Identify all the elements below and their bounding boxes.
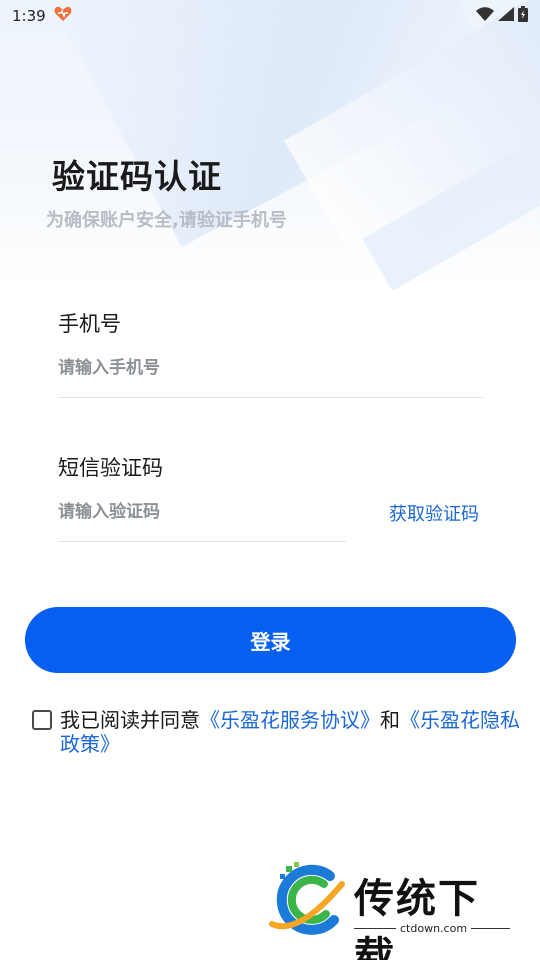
agreement-prefix: 我已阅读并同意	[60, 708, 200, 732]
watermark: 传统下载 ctdown.com	[268, 862, 518, 960]
wifi-icon	[476, 7, 494, 25]
notification-heart-icon	[54, 6, 72, 26]
service-agreement-link[interactable]: 《乐盈花服务协议》	[200, 708, 380, 732]
sms-code-label: 短信验证码	[58, 456, 163, 480]
phone-label: 手机号	[58, 312, 121, 336]
watermark-logo-icon	[268, 862, 348, 942]
header-background	[0, 0, 540, 290]
agreement-and: 和	[380, 708, 400, 732]
cellular-signal-icon	[498, 7, 514, 25]
get-code-button[interactable]: 获取验证码	[389, 500, 479, 526]
status-bar: 1:39	[0, 0, 540, 32]
login-button[interactable]: 登录	[25, 607, 516, 673]
agreement-text: 我已阅读并同意《乐盈花服务协议》和《乐盈花隐私政策》	[60, 708, 520, 756]
watermark-brand: 传统下载	[354, 876, 480, 960]
status-time: 1:39	[12, 7, 46, 25]
phone-input-underline	[58, 397, 483, 398]
agreement-checkbox[interactable]	[32, 710, 52, 730]
page-subtitle: 为确保账户安全,请验证手机号	[46, 210, 287, 231]
phone-input[interactable]	[58, 346, 482, 390]
battery-icon	[518, 6, 528, 26]
watermark-site: ctdown.com	[396, 922, 472, 935]
sms-code-input-underline	[58, 541, 346, 542]
sms-code-input[interactable]	[58, 490, 346, 534]
page-title: 验证码认证	[52, 157, 222, 196]
